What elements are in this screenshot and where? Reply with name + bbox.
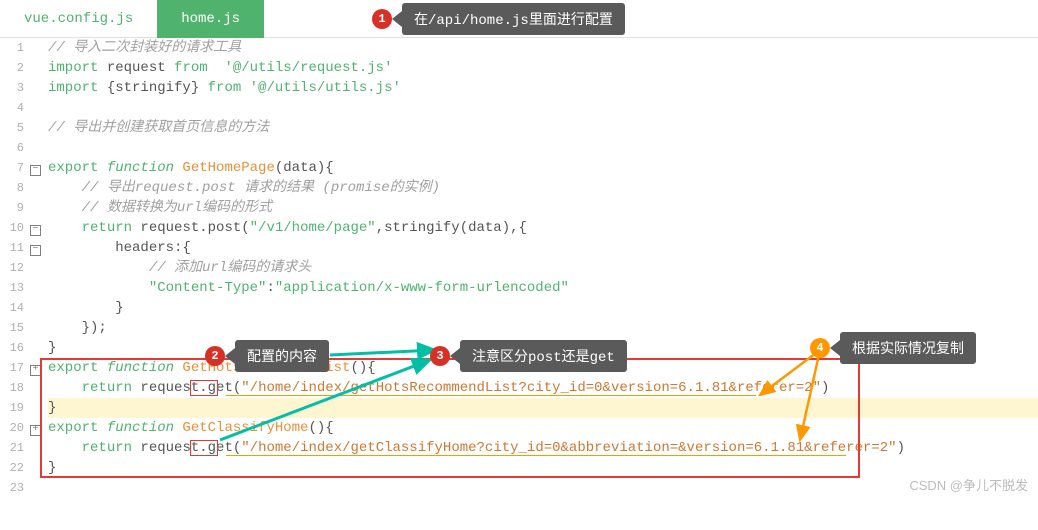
- line-gutter: 1234567891011121314151617181920212223: [0, 38, 30, 498]
- callout-text-1: 在/api/home.js里面进行配置: [402, 3, 625, 35]
- watermark: CSDN @争儿不脱发: [909, 475, 1028, 494]
- callout-arrow-icon: [830, 340, 840, 356]
- callout-arrow-icon: [225, 348, 235, 364]
- callout-3: 3 注意区分post还是get: [430, 340, 627, 372]
- fold-icon[interactable]: −: [30, 165, 41, 176]
- callout-marker-3: 3: [430, 346, 450, 366]
- callout-marker-1: 1: [372, 9, 392, 29]
- callout-marker-4: 4: [810, 338, 830, 358]
- fold-icon[interactable]: +: [30, 365, 41, 376]
- callout-text-3: 注意区分post还是get: [460, 340, 627, 372]
- callout-2: 2 配置的内容: [205, 340, 329, 372]
- code-editor[interactable]: 1234567891011121314151617181920212223 − …: [0, 38, 1038, 498]
- callout-text-4: 根据实际情况复制: [840, 332, 976, 364]
- code-content[interactable]: // 导入二次封装好的请求工具 import request from '@/u…: [44, 38, 1038, 498]
- fold-icon[interactable]: −: [30, 245, 41, 256]
- fold-icon[interactable]: −: [30, 225, 41, 236]
- callout-arrow-icon: [392, 11, 402, 27]
- tab-vue-config[interactable]: vue.config.js: [0, 0, 157, 38]
- callout-text-2: 配置的内容: [235, 340, 329, 372]
- tab-home-js[interactable]: home.js: [157, 0, 264, 38]
- callout-marker-2: 2: [205, 346, 225, 366]
- callout-4: 4 根据实际情况复制: [810, 332, 976, 364]
- callout-arrow-icon: [450, 348, 460, 364]
- fold-gutter: − − − + +: [30, 38, 44, 498]
- callout-1: 1 在/api/home.js里面进行配置: [372, 3, 625, 35]
- fold-icon[interactable]: +: [30, 425, 41, 436]
